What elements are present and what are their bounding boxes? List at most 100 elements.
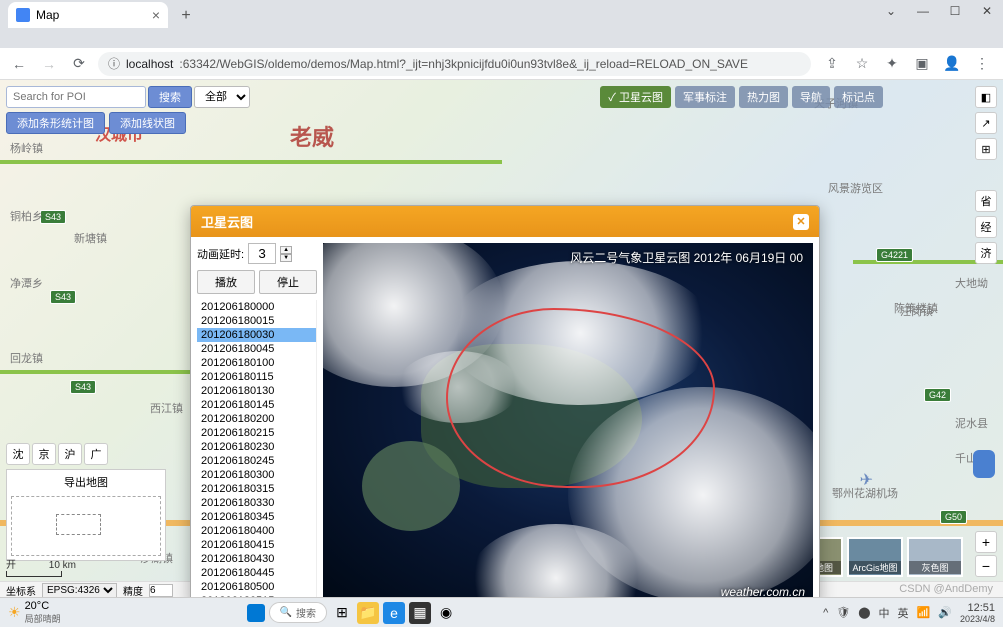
ime-lang[interactable]: 中 — [879, 605, 890, 621]
export-map-panel[interactable]: 导出地图 — [6, 469, 166, 561]
map-tool-button[interactable]: ⊞ — [975, 138, 997, 160]
map-tool-button[interactable]: 省 — [975, 190, 997, 212]
ime-mode[interactable]: 英 — [898, 605, 909, 621]
close-tab-icon[interactable]: × — [152, 7, 160, 23]
reload-button[interactable]: ⟳ — [68, 53, 90, 75]
taskbar-weather[interactable]: ☀ 20°C 局部晴朗 — [8, 600, 61, 625]
star-icon[interactable]: ☆ — [853, 55, 871, 73]
tray-time[interactable]: 12:51 — [960, 602, 995, 614]
maximize-button[interactable]: ☐ — [939, 0, 971, 22]
dialog-header[interactable]: 卫星云图 ✕ — [191, 206, 819, 237]
timestamp-item[interactable]: 201206180430 — [197, 552, 316, 566]
taskbar-search-label: 搜索 — [296, 605, 316, 620]
zoom-out-button[interactable]: − — [975, 555, 997, 577]
zoom-in-button[interactable]: + — [975, 531, 997, 553]
timestamp-item[interactable]: 201206180045 — [197, 342, 316, 356]
timestamp-item[interactable]: 201206180230 — [197, 440, 316, 454]
city-quick-button[interactable]: 沈 — [6, 443, 30, 465]
timestamp-item[interactable]: 201206180445 — [197, 566, 316, 580]
poi-search-input[interactable] — [6, 86, 146, 108]
map-tool-button[interactable]: ↗ — [975, 112, 997, 134]
layer-toggle[interactable]: 军事标注 — [675, 86, 735, 108]
site-info-icon[interactable]: ⓘ — [108, 55, 120, 72]
timestamp-item[interactable]: 201206180030 — [197, 328, 316, 342]
menu-icon[interactable]: ⋮ — [973, 55, 991, 73]
timestamp-item[interactable]: 201206180300 — [197, 468, 316, 482]
explorer-icon[interactable]: 📁 — [357, 602, 379, 624]
basemap-thumb[interactable]: 灰色图 — [907, 537, 963, 577]
dialog-sidebar: 动画延时: ▲▼ 播放 停止 2012061800002012061800152… — [197, 243, 317, 598]
panel-icon[interactable]: ▣ — [913, 55, 931, 73]
browser-tab[interactable]: Map × — [8, 2, 168, 28]
tray-icon[interactable]: 🛡 — [836, 606, 850, 619]
layer-toggle[interactable]: 标记点 — [834, 86, 883, 108]
layer-toggle[interactable]: 热力图 — [739, 86, 788, 108]
map-canvas[interactable]: S43 S43 S43 S43 G0422 G4221 G42 G50 杨岭镇 … — [0, 80, 1003, 599]
crs-select[interactable]: EPSG:4326 — [42, 583, 117, 598]
city-quick-button[interactable]: 广 — [84, 443, 108, 465]
timestamp-item[interactable]: 201206180115 — [197, 370, 316, 384]
app-icon[interactable]: ▦ — [409, 602, 431, 624]
map-label: 回龙镇 — [10, 350, 43, 366]
scope-select[interactable]: 全部 — [194, 86, 250, 108]
dialog-close-button[interactable]: ✕ — [793, 214, 809, 230]
precision-input[interactable] — [149, 584, 173, 597]
float-tool-icon[interactable] — [973, 450, 995, 478]
start-button[interactable] — [247, 604, 265, 622]
timestamp-item[interactable]: 201206180145 — [197, 398, 316, 412]
close-window-button[interactable]: ✕ — [971, 0, 1003, 22]
tray-chevron-icon[interactable]: ^ — [823, 607, 828, 619]
chevron-down-icon[interactable]: ⌄ — [875, 0, 907, 22]
map-label: 铜柏乡 — [10, 208, 43, 224]
timestamp-item[interactable]: 201206180245 — [197, 454, 316, 468]
timestamp-item[interactable]: 201206180330 — [197, 496, 316, 510]
scale-toggle[interactable]: 开 — [6, 560, 16, 571]
timestamp-item[interactable]: 201206180415 — [197, 538, 316, 552]
add-bar-chart-button[interactable]: 添加条形统计图 — [6, 112, 105, 134]
add-line-chart-button[interactable]: 添加线状图 — [109, 112, 186, 134]
timestamp-item[interactable]: 201206180215 — [197, 426, 316, 440]
timestamp-item[interactable]: 201206180500 — [197, 580, 316, 594]
delay-input[interactable] — [248, 243, 276, 264]
basemap-thumb[interactable]: ArcGis地图 — [847, 537, 903, 577]
map-tool-button[interactable]: 经 — [975, 216, 997, 238]
chrome-icon[interactable]: ◉ — [435, 602, 457, 624]
wifi-icon[interactable]: 📶 — [917, 606, 931, 619]
map-tool-button[interactable]: 济 — [975, 242, 997, 264]
timestamp-item[interactable]: 201206180130 — [197, 384, 316, 398]
share-icon[interactable]: ⇪ — [823, 55, 841, 73]
extensions-icon[interactable]: ✦ — [883, 55, 901, 73]
city-quick-button[interactable]: 京 — [32, 443, 56, 465]
layer-toggle[interactable]: 导航 — [792, 86, 830, 108]
taskbar-search[interactable]: 🔍 搜索 — [269, 602, 327, 623]
back-button[interactable]: ← — [8, 53, 30, 75]
timestamp-item[interactable]: 201206180400 — [197, 524, 316, 538]
timestamp-item[interactable]: 201206180015 — [197, 314, 316, 328]
map-tool-button[interactable]: ◧ — [975, 86, 997, 108]
timestamp-item[interactable]: 201206180100 — [197, 356, 316, 370]
timestamp-list[interactable]: 2012061800002012061800152012061800302012… — [197, 300, 317, 598]
tray-icon[interactable]: ⬤ — [858, 606, 870, 619]
city-quick-button[interactable]: 沪 — [58, 443, 82, 465]
task-view-icon[interactable]: ⊞ — [331, 602, 353, 624]
search-button[interactable]: 搜索 — [148, 86, 192, 108]
search-icon: 🔍 — [280, 607, 292, 618]
delay-spinner[interactable]: ▲▼ — [280, 246, 292, 262]
layer-toggle[interactable]: 卫星云图 — [600, 86, 671, 108]
stop-button[interactable]: 停止 — [259, 270, 317, 294]
timestamp-item[interactable]: 201206180315 — [197, 482, 316, 496]
timestamp-item[interactable]: 201206180000 — [197, 300, 316, 314]
new-tab-button[interactable]: + — [174, 4, 198, 28]
timestamp-item[interactable]: 201206180345 — [197, 510, 316, 524]
play-button[interactable]: 播放 — [197, 270, 255, 294]
minimize-button[interactable]: — — [907, 0, 939, 22]
edge-icon[interactable]: e — [383, 602, 405, 624]
mid-tools: 省经济 — [975, 190, 997, 264]
timestamp-item[interactable]: 201206180200 — [197, 412, 316, 426]
url-input[interactable]: ⓘ localhost:63342/WebGIS/oldemo/demos/Ma… — [98, 52, 811, 76]
volume-icon[interactable]: 🔊 — [938, 606, 952, 619]
satellite-image-pane[interactable]: 风云二号气象卫星云图 2012年 06月19日 00 weather.com.c… — [323, 243, 813, 598]
tray-date[interactable]: 2023/4/8 — [960, 614, 995, 624]
forward-button[interactable]: → — [38, 53, 60, 75]
profile-icon[interactable]: 👤 — [943, 55, 961, 73]
